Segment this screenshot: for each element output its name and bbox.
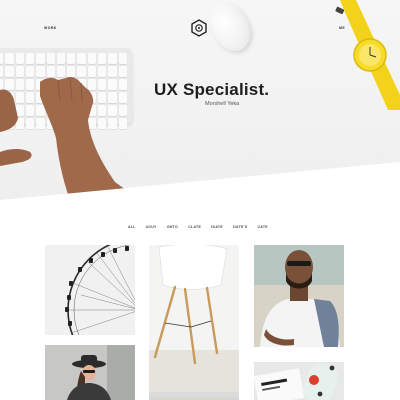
man-with-backpack-image (254, 245, 344, 347)
filter-ghto[interactable]: GHTO (167, 225, 178, 231)
nav-me-link[interactable]: ME (339, 26, 345, 30)
filter-uiuy[interactable]: UI/UY (146, 225, 157, 231)
author-name: Morshell Yeka (205, 101, 240, 107)
filter-dates[interactable]: DATE'S (233, 225, 247, 231)
woman-with-hat-image (45, 345, 135, 400)
gallery-item-ferris-wheel[interactable] (45, 245, 135, 335)
gallery-item-magazine[interactable] (254, 362, 344, 400)
portfolio-filters: ALL UI/UY GHTO CLATE IDATE DATE'S CATE (128, 225, 268, 231)
nav-work-link[interactable]: WORK (44, 26, 57, 30)
gallery-item-man[interactable] (254, 245, 344, 347)
mouse-image (202, 0, 258, 58)
filter-clate[interactable]: CLATE (188, 225, 201, 231)
filter-all[interactable]: ALL (128, 225, 136, 231)
magazine-and-skateboard-image (254, 362, 344, 400)
chair-image (149, 245, 239, 392)
filter-cate[interactable]: CATE (257, 225, 267, 231)
ferris-wheel-image (65, 245, 135, 335)
yellow-watch-image (335, 0, 400, 110)
page-title: UX Specialist. (154, 80, 270, 99)
gallery-item-woman[interactable] (45, 345, 135, 400)
gallery-item-partial[interactable] (149, 392, 239, 400)
hero-section: WORK ME UX Specialist. Morshell Yeka (0, 0, 400, 200)
logo-icon[interactable] (191, 19, 207, 37)
hands-image (0, 77, 140, 200)
gallery-item-chair[interactable] (149, 245, 239, 392)
filter-idate[interactable]: IDATE (211, 225, 223, 231)
